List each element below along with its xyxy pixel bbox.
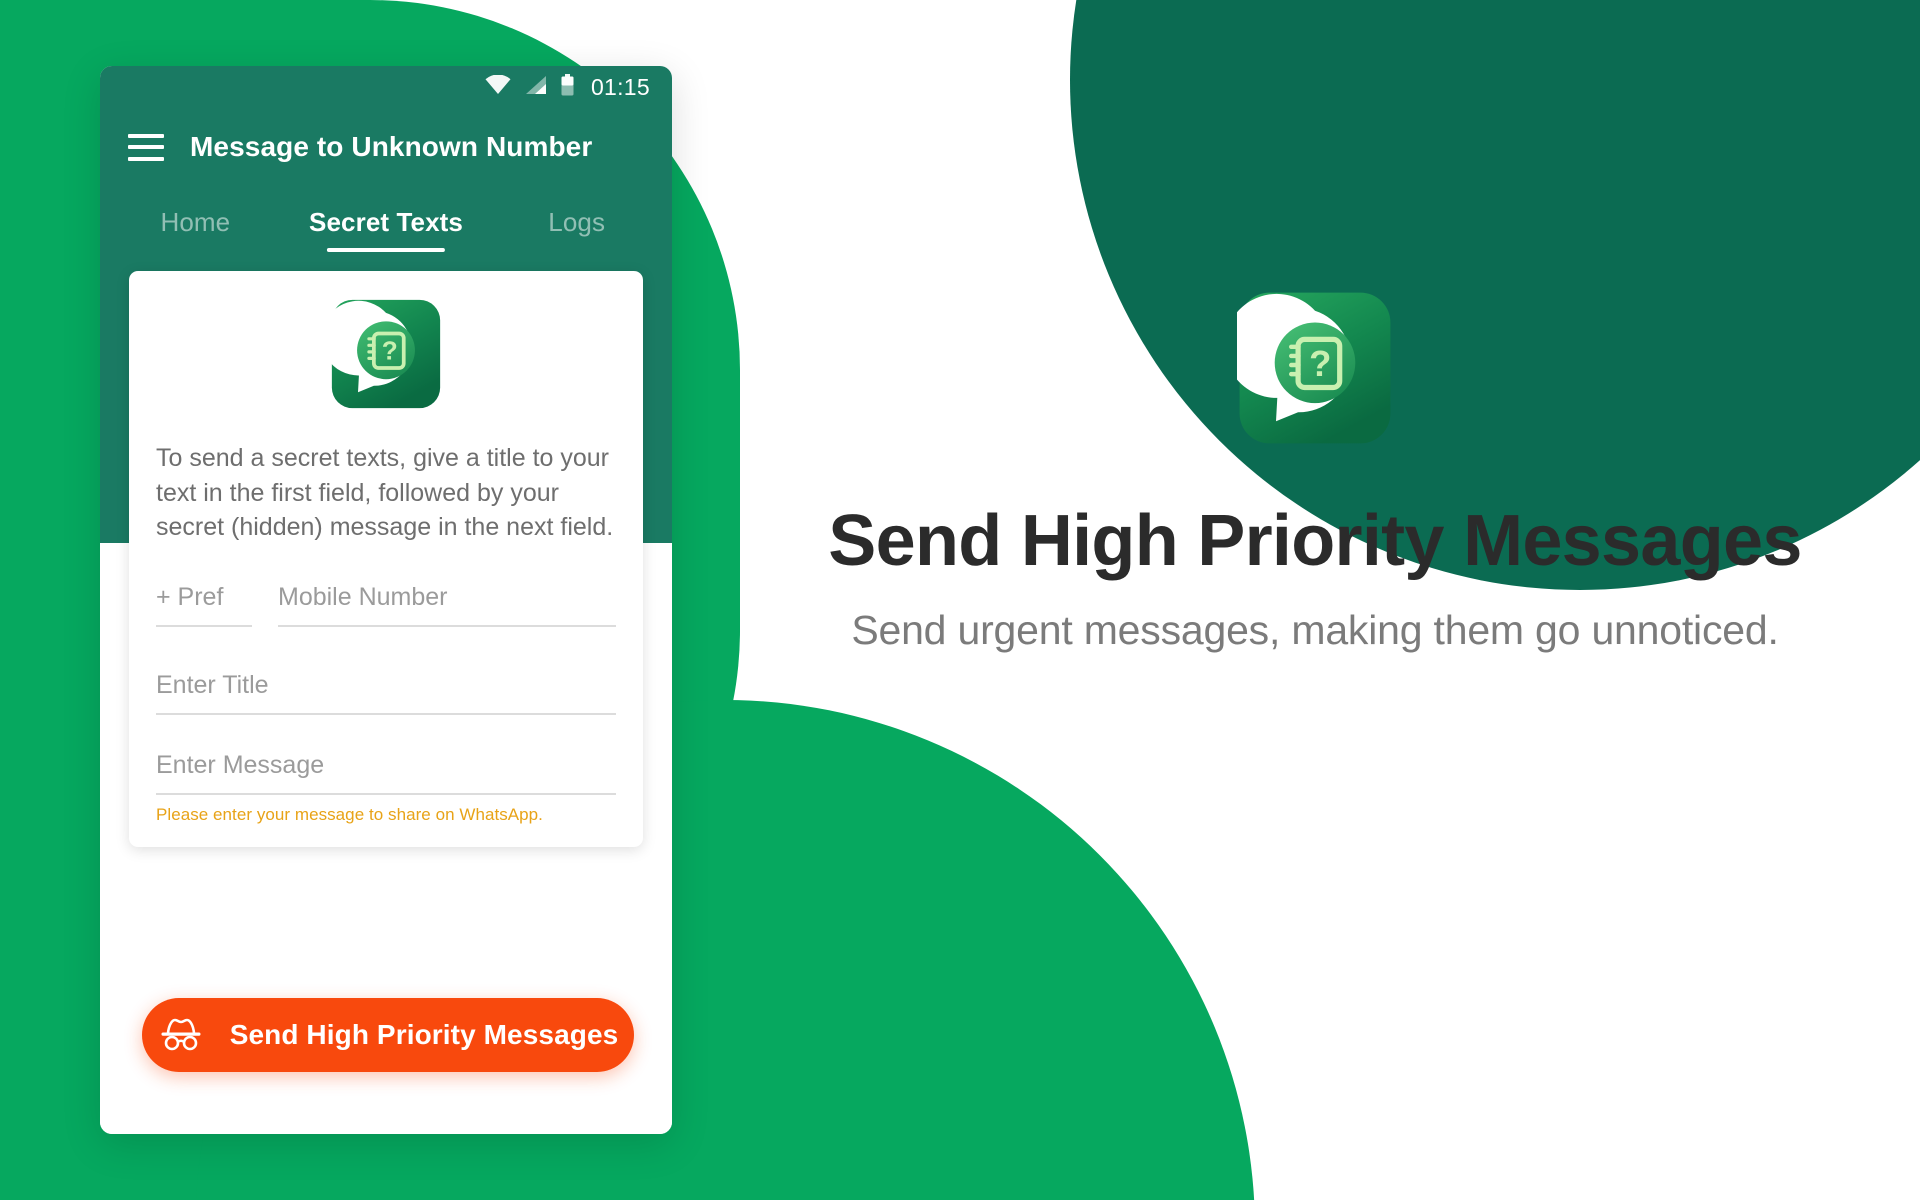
whatsapp-unknown-number-app-icon: ? xyxy=(321,298,442,415)
hamburger-menu-icon[interactable] xyxy=(128,133,164,161)
title-input[interactable]: Enter Title xyxy=(156,663,616,715)
message-input[interactable]: Enter Message xyxy=(156,743,616,795)
country-prefix-input[interactable]: + Pref xyxy=(156,575,252,627)
svg-text:?: ? xyxy=(1309,343,1331,384)
card-description: To send a secret texts, give a title to … xyxy=(156,444,614,541)
hero-title: Send High Priority Messages xyxy=(828,501,1802,581)
message-placeholder: Enter Message xyxy=(156,750,325,779)
tab-home[interactable]: Home xyxy=(100,186,291,258)
phone-number-field-row: + Pref Mobile Number xyxy=(156,575,616,627)
mobile-number-input[interactable]: Mobile Number xyxy=(278,575,616,627)
tab-logs-label: Logs xyxy=(548,206,606,237)
tab-secret-texts[interactable]: Secret Texts xyxy=(291,186,482,258)
form-error-message: Please enter your message to share on Wh… xyxy=(156,804,543,824)
tab-home-label: Home xyxy=(160,206,231,237)
send-high-priority-messages-button[interactable]: Send High Priority Messages xyxy=(142,998,634,1072)
tab-bar: Home Secret Texts Logs xyxy=(100,186,672,258)
status-bar-clock: 01:15 xyxy=(590,73,650,100)
tab-secret-texts-label: Secret Texts xyxy=(309,206,463,237)
app-bar-title: Message to Unknown Number xyxy=(190,131,593,162)
wifi-icon xyxy=(485,74,511,100)
phone-device-mockup: 01:15 Message to Unknown Number Home Sec… xyxy=(100,66,672,1134)
cellular-signal-icon xyxy=(524,75,547,100)
svg-text:?: ? xyxy=(382,336,398,366)
card-app-icon-wrapper: ? xyxy=(156,298,616,415)
secret-text-form-card: ? To send a secret texts, give a title t… xyxy=(129,271,643,847)
phone-content-area: ? To send a secret texts, give a title t… xyxy=(100,258,672,1134)
incognito-spy-icon xyxy=(158,1017,204,1054)
hero-app-icon: ? xyxy=(1224,290,1393,451)
title-placeholder: Enter Title xyxy=(156,670,269,699)
mobile-number-placeholder: Mobile Number xyxy=(278,582,448,611)
hero-panel: ? Send High Priority Messages Send urgen… xyxy=(760,290,1870,654)
app-bar: Message to Unknown Number Home Secret Te… xyxy=(100,108,672,258)
cta-button-label: Send High Priority Messages xyxy=(229,1019,619,1050)
status-bar: 01:15 xyxy=(100,66,672,108)
tab-logs[interactable]: Logs xyxy=(481,186,672,258)
tab-secret-texts-indicator xyxy=(326,248,446,252)
country-prefix-placeholder: + Pref xyxy=(156,582,224,611)
screenshot-stage: 01:15 Message to Unknown Number Home Sec… xyxy=(0,0,1920,1200)
battery-icon xyxy=(560,73,575,101)
app-bar-top-row: Message to Unknown Number xyxy=(100,108,672,186)
hero-subtitle: Send urgent messages, making them go unn… xyxy=(851,607,1779,654)
